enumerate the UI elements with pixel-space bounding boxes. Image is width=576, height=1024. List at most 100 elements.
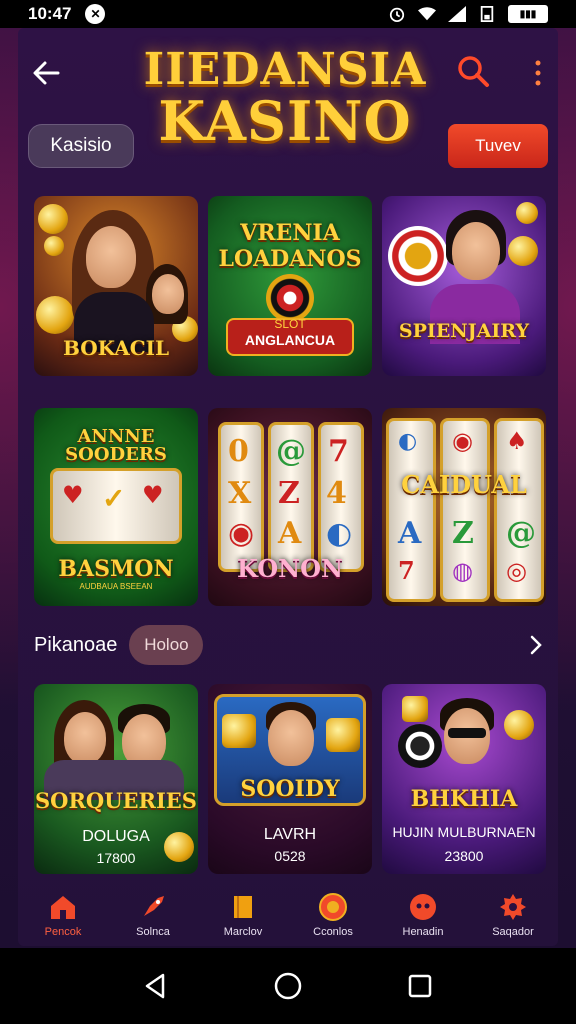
- back-triangle-icon[interactable]: [141, 971, 171, 1001]
- game-card[interactable]: ANNNE SOODERS ♥ ✓ ♥ BASMON AUDBAUA BSEEA…: [34, 408, 198, 606]
- search-icon[interactable]: [456, 54, 490, 88]
- logo-line2: KASINO: [158, 89, 412, 153]
- face-shape: [64, 712, 106, 764]
- game-title: SORQUERIES: [35, 788, 197, 813]
- coin-icon: [326, 718, 360, 752]
- game-title-top: VRENIA: [240, 220, 340, 246]
- nav-item-home[interactable]: Pencok: [19, 892, 107, 938]
- alarm-icon: [389, 7, 405, 22]
- coin-icon: [508, 236, 538, 266]
- app-logo: IIEDANSIA KASINO: [140, 44, 430, 153]
- coin-icon: [36, 296, 74, 334]
- face-shape: [152, 274, 184, 314]
- game-value: 0528: [274, 848, 306, 864]
- game-title: SOOIDY: [240, 776, 340, 802]
- slot-symbol: Z: [278, 476, 300, 511]
- section-chip[interactable]: Holoo: [129, 625, 204, 665]
- game-card[interactable]: SOOIDY LAVRH 0528: [208, 684, 372, 874]
- sim-icon: [480, 6, 494, 22]
- header: IIEDANSIA KASINO Kasisio Tuvev: [0, 28, 576, 178]
- game-row-1: BOKACIL VRENIA LOADANOS SLOT ANGLANCUA S…: [34, 196, 546, 376]
- coin-icon: [44, 236, 64, 256]
- logo-line1: IIEDANSIA: [143, 44, 427, 95]
- badge-top: SLOT: [274, 317, 306, 331]
- game-subtitle: AUDBAUA BSEEAN: [79, 582, 153, 591]
- coin-icon: [402, 696, 428, 722]
- game-title: SPIENJAIRY: [398, 320, 530, 342]
- bag-icon: [410, 894, 436, 920]
- slot-symbol: @: [506, 516, 536, 551]
- category-pill[interactable]: Kasisio: [28, 124, 134, 168]
- slot-symbol: ♥: [62, 480, 84, 509]
- nav-item-5[interactable]: Henadin: [379, 892, 467, 938]
- slot-symbol: @: [276, 434, 306, 469]
- slot-symbol: A: [278, 516, 302, 551]
- coin-icon: [504, 710, 534, 740]
- game-row-3: SORQUERIES DOLUGA 17800 SOOIDY LAVRH 052…: [34, 684, 546, 874]
- game-card[interactable]: SPIENJAIRY: [382, 196, 546, 376]
- game-card[interactable]: ◐ ◉ ♠ A Z @ 7 ◍ ◎ CAIDUAL: [382, 408, 546, 606]
- chevron-right-icon[interactable]: [526, 633, 546, 657]
- slot-symbol: 7: [398, 556, 415, 585]
- game-title: BOKACIL: [62, 336, 170, 360]
- ticket-icon: [234, 896, 252, 918]
- nav-label: Henadin: [402, 926, 444, 938]
- slot-symbol: X: [228, 476, 252, 511]
- coin-icon: [38, 204, 68, 234]
- face-shape: [86, 226, 136, 288]
- game-card[interactable]: VRENIA LOADANOS SLOT ANGLANCUA: [208, 196, 372, 376]
- chip-icon: [319, 893, 347, 921]
- slot-symbol: ◉: [452, 426, 473, 455]
- game-card[interactable]: SORQUERIES DOLUGA 17800: [34, 684, 198, 874]
- section-header: Pikanoae Holoo: [34, 624, 546, 666]
- game-title: BHKHIA: [410, 786, 518, 812]
- coin-icon: [222, 714, 256, 748]
- nav-item-6[interactable]: Saqador: [469, 892, 557, 938]
- slot-symbol: A: [398, 516, 422, 551]
- status-time: 10:47: [28, 4, 72, 23]
- slot-symbol: 0: [228, 434, 249, 469]
- game-card[interactable]: BHKHIA HUJIN MULBURNAEN 23800: [382, 684, 546, 874]
- slot-symbol: ◐: [326, 516, 353, 551]
- slot-symbol: ♠: [506, 426, 528, 455]
- slot-symbol: 4: [326, 476, 347, 511]
- bottom-nav: Pencok Solnca Marclov Cconlos Henadin Sa…: [18, 884, 558, 946]
- coin-icon: [516, 202, 538, 224]
- recents-square-icon[interactable]: [405, 971, 435, 1001]
- face-shape: [452, 222, 500, 280]
- sunglasses-shape: [448, 728, 486, 738]
- home-circle-icon[interactable]: [273, 971, 303, 1001]
- nav-label: Saqador: [492, 926, 534, 938]
- nav-item-2[interactable]: Solnca: [109, 892, 197, 938]
- slot-symbol: ◉: [228, 516, 255, 551]
- more-vertical-icon[interactable]: [528, 58, 548, 88]
- chip-icon: [398, 724, 442, 768]
- nav-item-3[interactable]: Marclov: [199, 892, 287, 938]
- nav-item-4[interactable]: Cconlos: [289, 892, 377, 938]
- game-title-mid: LOADANOS: [218, 246, 362, 272]
- game-title-mid: SOODERS: [65, 444, 167, 465]
- slot-symbol: 7: [328, 434, 349, 469]
- face-shape: [268, 710, 314, 766]
- game-card[interactable]: BOKACIL: [34, 196, 198, 376]
- slot-symbol: ♥: [142, 480, 164, 509]
- action-button[interactable]: Tuvev: [448, 124, 548, 168]
- game-title: CAIDUAL: [401, 470, 527, 499]
- game-card[interactable]: 0 @ 7 X Z 4 ◉ A ◐ KONON: [208, 408, 372, 606]
- game-subtitle: DOLUGA: [82, 828, 150, 845]
- gear-icon: [500, 894, 526, 920]
- roulette-icon: [266, 274, 314, 322]
- home-icon: [51, 896, 75, 919]
- game-title: BASMON: [58, 556, 174, 582]
- nav-label: Cconlos: [313, 926, 353, 938]
- slot-symbol: ◎: [506, 556, 527, 585]
- chip-icon: [388, 226, 448, 286]
- game-title: KONON: [237, 554, 343, 583]
- nav-label: Pencok: [44, 926, 82, 938]
- wifi-icon: [418, 7, 436, 21]
- system-nav-bar: [0, 948, 576, 1024]
- section-title: Pikanoae: [34, 633, 118, 656]
- battery-icon: ▮▮▮: [508, 5, 548, 23]
- notification-icon: ✕: [85, 4, 106, 24]
- back-arrow-icon[interactable]: [30, 56, 64, 90]
